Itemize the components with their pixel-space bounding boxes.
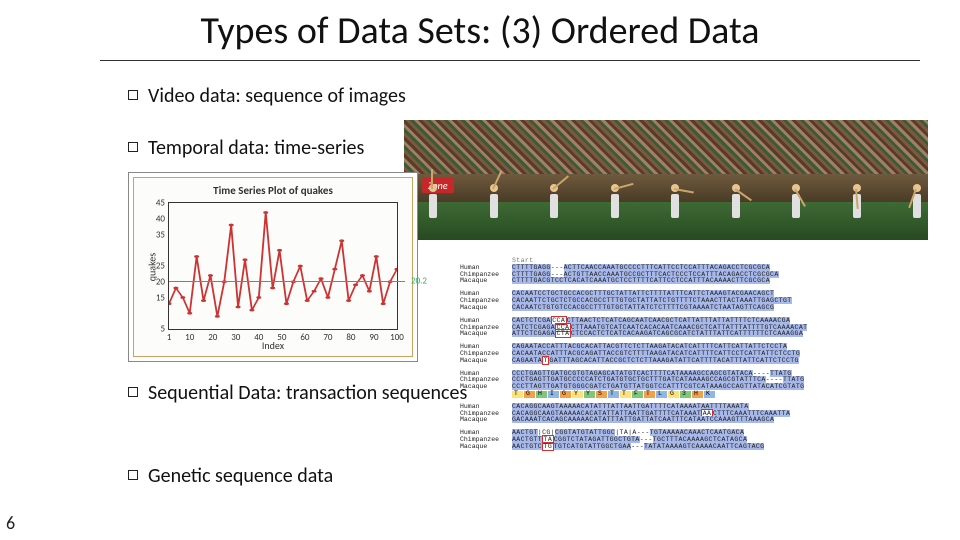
timeseries-chart: Time Series Plot of quakes quakes Index … [128,172,418,362]
crowd-background [404,120,928,174]
alignment-block: HumanCTTTTGAGG---ACTTCAACCAAATGCCCCTTTCA… [460,265,928,285]
chart-frame: Time Series Plot of quakes quakes Index … [133,177,413,357]
chart-y-tick: 45 [145,198,165,209]
sequence-text: ATTCTCGAGACTACTCCACTCTCATCACAAGATCAGCGCA… [512,331,803,338]
alignment-block: HumanAACTGT|CG|CGGTATGTATTGGC|TA|A---TGT… [460,430,928,450]
bullet-text: Sequential Data: transaction sequences [148,381,467,405]
batter-frame [606,184,624,224]
chart-x-tick: 50 [277,332,286,343]
video-sequence-figure: Zone [404,120,928,240]
chart-x-tick: 10 [185,332,194,343]
species-label: Macaque [460,384,512,391]
chart-series [169,203,397,329]
alignment-block: HumanCCCTGAGTTGATGCGTGTAGAGCATATGTCACTTT… [460,371,928,398]
alignment-row: MacaqueCAGAATATGATTTAGCACATTACCGCTCTCTTA… [460,358,928,365]
alignment-row: MacaqueCACAATCTGTGTCCACGCCTTTGTGCTATTATC… [460,305,928,312]
batter-frame [545,184,563,224]
chart-mean-line [169,281,405,282]
bullet-text: Temporal data: time-series [148,136,364,160]
species-label: Macaque [460,444,512,451]
chart-plot-area: 5152025354045110203040506070809010020.2 [168,202,398,330]
batter-frame [485,184,503,224]
bullet-text: Video data: sequence of images [148,84,406,108]
slide-title: Types of Data Sets: (3) Ordered Data [0,8,960,54]
bullet-marker-icon [128,142,138,152]
chart-mean-label: 20.2 [411,276,427,287]
chart-x-tick: 70 [323,332,332,343]
chart-x-tick: 100 [390,332,404,343]
chart-y-tick: 25 [145,261,165,272]
chart-y-tick: 35 [145,229,165,240]
alignment-row: MacaqueATTCTCGAGACTACTCCACTCTCATCACAAGAT… [460,331,928,338]
alignment-block: HumanCACAGGCAAGTAAAAACATATTTATTAATTGATTT… [460,404,928,424]
bullet-marker-icon [128,387,138,397]
chart-title: Time Series Plot of quakes [134,184,412,197]
chart-x-tick: 60 [300,332,309,343]
bullet-marker-icon [128,470,138,480]
page-number: 6 [6,512,15,534]
chart-x-tick: 90 [369,332,378,343]
species-label: Macaque [460,358,512,365]
chart-x-tick: 80 [346,332,355,343]
bullet-sequential: Sequential Data: transaction sequences [128,381,467,405]
chart-y-tick: 5 [145,324,165,335]
bullet-text: Genetic sequence data [148,464,333,488]
alignment-block: HumanCACTCTCGACCACTTAACTCTCATCAGCAATCAAC… [460,318,928,338]
alignment-row: MacaqueGACAAATCACAGCAAAAACATATTTATTGATTA… [460,417,928,424]
chart-y-tick: 20 [145,276,165,287]
sequence-text: CACAATCTGTGTCCACGCCTTTGTGCTATTATCTCTTTTC… [512,305,774,312]
chart-x-tick: 20 [208,332,217,343]
batter-frame [727,184,745,224]
species-label: Macaque [460,331,512,338]
bullet-marker-icon [128,90,138,100]
species-label: Macaque [460,305,512,312]
bullet-genetic: Genetic sequence data [128,464,333,488]
title-underline [100,60,920,61]
species-label: Macaque [460,278,512,285]
alignment-block: HumanCAGAATACCATTTACGCACATTACGTTCTCTTAAG… [460,344,928,364]
sequence-text: GACAAATCACAGCAAAAACATATTTATTGATTATCAATTT… [512,417,774,424]
sequence-text: CTTTTGACGTCCTCACATCAAATGCTCCTTTTCATTCCTC… [512,278,770,285]
bullet-temporal: Temporal data: time-series [128,136,364,160]
alignment-block: HumanCACAATCCTGCTGCCACGCTTTGCTATTATTCTTT… [460,291,928,311]
sequence-text: CAGAATATGATTTAGCACATTACCGCTCTCTTAAAGATAT… [512,358,799,365]
alignment-row: MacaqueCTTTTGACGTCCTCACATCAAATGCTCCTTTTC… [460,278,928,285]
sequence-alignment-figure: StartHumanCTTTTGAGG---ACTTCAACCAAATGCCCC… [460,258,928,457]
chart-y-tick: 40 [145,213,165,224]
chart-x-tick: 30 [231,332,240,343]
sequence-text: AACTGTCTGTGTCATGTATTGGCTGAA---TATATAAAAG… [512,444,764,451]
species-label: Macaque [460,417,512,424]
alignment-row: MacaqueAACTGTCTGTGTCATGTATTGGCTGAA---TAT… [460,444,928,451]
batter-frame [424,184,442,224]
batter-frame [908,184,926,224]
batter-frame [666,184,684,224]
chart-x-tick: 1 [167,332,172,343]
chart-y-tick: 15 [145,292,165,303]
batter-frame [787,184,805,224]
amino-acid-row: TGHIGYYSTTFTLG3HK [512,391,928,398]
batter-frame [848,184,866,224]
chart-x-tick: 40 [254,332,263,343]
bullet-video: Video data: sequence of images [128,84,406,108]
